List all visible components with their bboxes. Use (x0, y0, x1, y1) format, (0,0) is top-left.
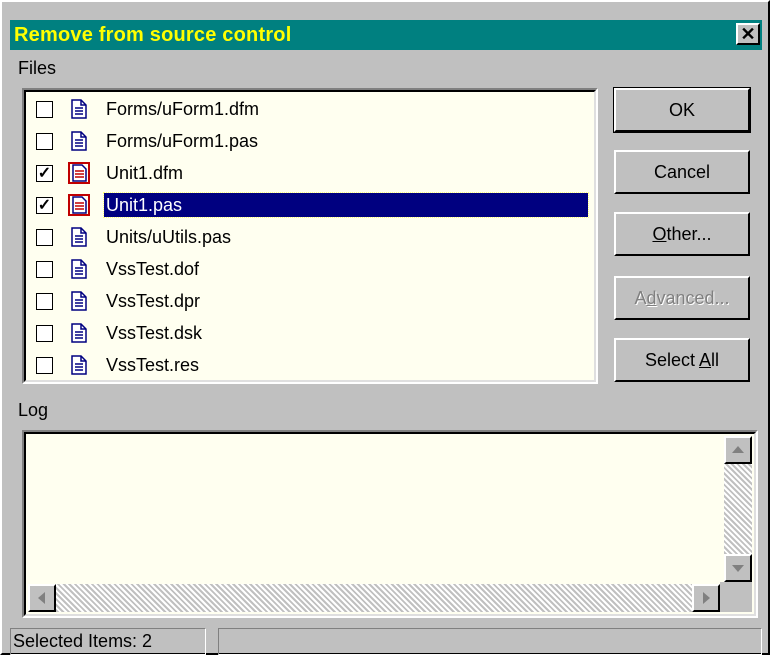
file-checkbox[interactable] (36, 101, 53, 118)
file-name: Units/uUtils.pas (106, 227, 232, 247)
document-icon (71, 99, 87, 119)
document-icon (71, 131, 87, 151)
arrow-right-icon (703, 592, 710, 604)
file-name: VssTest.dpr (106, 291, 201, 311)
file-list-item[interactable]: Forms/uForm1.pas (28, 126, 592, 156)
close-icon: ✕ (740, 24, 756, 44)
file-list-item[interactable]: VssTest.dof (28, 254, 592, 284)
file-checkbox[interactable] (36, 357, 53, 374)
file-name: Unit1.pas (103, 192, 589, 218)
status-selected-items: Selected Items: 2 (10, 628, 206, 655)
vertical-scrollbar[interactable] (724, 436, 752, 582)
file-list-item[interactable]: Forms/uForm1.dfm (28, 94, 592, 124)
advanced-button: Advanced... (614, 276, 750, 320)
scroll-down-button[interactable] (724, 554, 752, 582)
file-checkbox[interactable] (36, 261, 53, 278)
close-button[interactable]: ✕ (736, 23, 760, 45)
file-list-item[interactable]: Units/uUtils.pas (28, 222, 592, 252)
ok-button[interactable]: OK (613, 87, 751, 133)
modified-document-icon (68, 162, 90, 184)
file-list-item[interactable]: ✓ Unit1.pas (28, 190, 592, 220)
file-checkbox[interactable]: ✓ (36, 165, 53, 182)
files-label: Files (18, 58, 57, 78)
document-icon (71, 323, 87, 343)
file-name: Forms/uForm1.pas (106, 131, 259, 151)
title-bar[interactable]: Remove from source control ✕ (10, 20, 762, 50)
status-panel-empty (218, 628, 762, 655)
file-name: VssTest.res (106, 355, 200, 375)
dialog-window: Remove from source control ✕ Files Forms… (0, 0, 770, 655)
file-list-item[interactable]: ✓ Unit1.dfm (28, 158, 592, 188)
file-name: VssTest.dof (106, 259, 200, 279)
arrow-down-icon (732, 565, 744, 572)
document-icon (71, 355, 87, 375)
file-checkbox[interactable] (36, 133, 53, 150)
file-checkbox[interactable]: ✓ (36, 197, 53, 214)
scrollbar-corner (720, 582, 752, 612)
cancel-button[interactable]: Cancel (614, 150, 750, 194)
modified-document-icon (68, 194, 90, 216)
file-list-item[interactable]: VssTest.res (28, 350, 592, 380)
file-name: Unit1.dfm (106, 163, 184, 183)
scroll-up-button[interactable] (724, 436, 752, 464)
window-title: Remove from source control (14, 24, 292, 46)
file-checkbox[interactable] (36, 229, 53, 246)
arrow-left-icon (38, 592, 45, 604)
files-list[interactable]: Forms/uForm1.dfm Forms/uForm1.pas ✓ Unit1.d… (22, 88, 598, 384)
scroll-left-button[interactable] (28, 584, 56, 612)
arrow-up-icon (732, 446, 744, 453)
file-checkbox[interactable] (36, 325, 53, 342)
file-name: VssTest.dsk (106, 323, 203, 343)
select-all-button[interactable]: Select All (614, 338, 750, 382)
horizontal-scrollbar[interactable] (28, 584, 720, 612)
file-name: Forms/uForm1.dfm (106, 99, 260, 119)
file-list-item[interactable]: VssTest.dsk (28, 318, 592, 348)
other-button[interactable]: Other... (614, 212, 750, 256)
log-label: Log (18, 400, 49, 420)
document-icon (71, 227, 87, 247)
document-icon (71, 259, 87, 279)
scroll-right-button[interactable] (692, 584, 720, 612)
log-textarea[interactable] (22, 430, 758, 618)
file-checkbox[interactable] (36, 293, 53, 310)
file-list-item[interactable]: VssTest.dpr (28, 286, 592, 316)
document-icon (71, 291, 87, 311)
